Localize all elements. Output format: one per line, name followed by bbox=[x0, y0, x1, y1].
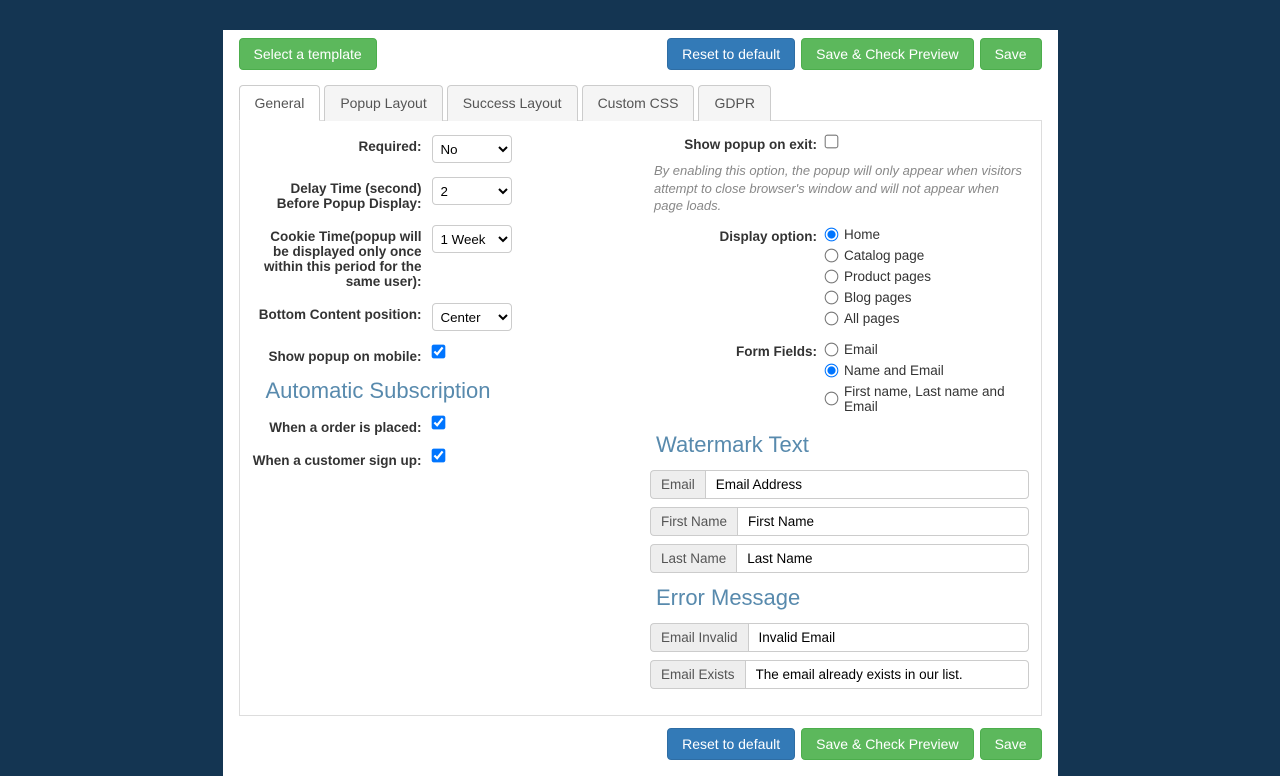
form-fields-label: Form Fields: bbox=[650, 342, 825, 359]
display-product-radio[interactable] bbox=[825, 269, 839, 283]
right-column: Show popup on exit: By enabling this opt… bbox=[640, 135, 1029, 697]
tab-gdpr[interactable]: GDPR bbox=[698, 85, 770, 121]
cookie-label: Cookie Time(popup will be displayed only… bbox=[252, 225, 432, 289]
display-all-label: All pages bbox=[844, 311, 900, 326]
auto-subscription-heading: Automatic Subscription bbox=[266, 378, 631, 404]
display-all-radio[interactable] bbox=[825, 311, 839, 325]
wm-last-addon: Last Name bbox=[650, 544, 736, 573]
wm-first-addon: First Name bbox=[650, 507, 737, 536]
display-catalog-label: Catalog page bbox=[844, 248, 924, 263]
ff-name-email-radio[interactable] bbox=[825, 363, 839, 377]
reset-button-bottom[interactable]: Reset to default bbox=[667, 728, 795, 760]
err-invalid-addon: Email Invalid bbox=[650, 623, 748, 652]
exit-hint: By enabling this option, the popup will … bbox=[654, 162, 1029, 215]
ff-email-radio[interactable] bbox=[825, 342, 839, 356]
display-home-label: Home bbox=[844, 227, 880, 242]
err-exists-addon: Email Exists bbox=[650, 660, 745, 689]
ff-first-last-email-radio[interactable] bbox=[825, 392, 839, 406]
wm-first-input[interactable] bbox=[737, 507, 1028, 536]
select-template-button[interactable]: Select a template bbox=[239, 38, 377, 70]
display-home-radio[interactable] bbox=[825, 227, 839, 241]
err-exists-input[interactable] bbox=[745, 660, 1029, 689]
wm-email-addon: Email bbox=[650, 470, 705, 499]
err-invalid-input[interactable] bbox=[748, 623, 1029, 652]
tab-success-layout[interactable]: Success Layout bbox=[447, 85, 578, 121]
top-toolbar: Select a template Reset to default Save … bbox=[239, 38, 1042, 70]
delay-select[interactable]: 2 bbox=[432, 177, 512, 205]
exit-checkbox[interactable] bbox=[825, 135, 839, 149]
wm-last-input[interactable] bbox=[736, 544, 1028, 573]
customer-signup-checkbox[interactable] bbox=[431, 449, 445, 463]
display-product-label: Product pages bbox=[844, 269, 931, 284]
tab-popup-layout[interactable]: Popup Layout bbox=[324, 85, 442, 121]
error-heading: Error Message bbox=[656, 585, 1029, 611]
cookie-select[interactable]: 1 Week bbox=[432, 225, 512, 253]
required-label: Required: bbox=[252, 135, 432, 154]
mobile-checkbox[interactable] bbox=[431, 345, 445, 359]
save-preview-button-bottom[interactable]: Save & Check Preview bbox=[801, 728, 973, 760]
save-button-top[interactable]: Save bbox=[980, 38, 1042, 70]
tab-content: Required: No Delay Time (second) Before … bbox=[239, 121, 1042, 716]
ff-email-label: Email bbox=[844, 342, 878, 357]
watermark-heading: Watermark Text bbox=[656, 432, 1029, 458]
wm-email-input[interactable] bbox=[705, 470, 1029, 499]
ff-first-last-email-label: First name, Last name and Email bbox=[844, 384, 1029, 414]
save-button-bottom[interactable]: Save bbox=[980, 728, 1042, 760]
left-column: Required: No Delay Time (second) Before … bbox=[252, 135, 641, 697]
display-blog-label: Blog pages bbox=[844, 290, 912, 305]
reset-button-top[interactable]: Reset to default bbox=[667, 38, 795, 70]
bottom-position-select[interactable]: Center bbox=[432, 303, 512, 331]
tab-general[interactable]: General bbox=[239, 85, 321, 121]
bottom-toolbar: Reset to default Save & Check Preview Sa… bbox=[239, 728, 1042, 760]
tabs: General Popup Layout Success Layout Cust… bbox=[239, 84, 1042, 121]
settings-panel: Select a template Reset to default Save … bbox=[223, 30, 1058, 776]
mobile-label: Show popup on mobile: bbox=[252, 345, 432, 364]
display-catalog-radio[interactable] bbox=[825, 248, 839, 262]
display-option-label: Display option: bbox=[650, 227, 825, 244]
order-placed-checkbox[interactable] bbox=[431, 416, 445, 430]
exit-label: Show popup on exit: bbox=[650, 135, 825, 152]
ff-name-email-label: Name and Email bbox=[844, 363, 944, 378]
order-placed-label: When a order is placed: bbox=[252, 416, 432, 435]
customer-signup-label: When a customer sign up: bbox=[252, 449, 432, 468]
tab-custom-css[interactable]: Custom CSS bbox=[582, 85, 695, 121]
display-blog-radio[interactable] bbox=[825, 290, 839, 304]
save-preview-button-top[interactable]: Save & Check Preview bbox=[801, 38, 973, 70]
required-select[interactable]: No bbox=[432, 135, 512, 163]
bottom-position-label: Bottom Content position: bbox=[252, 303, 432, 322]
delay-label: Delay Time (second) Before Popup Display… bbox=[252, 177, 432, 211]
